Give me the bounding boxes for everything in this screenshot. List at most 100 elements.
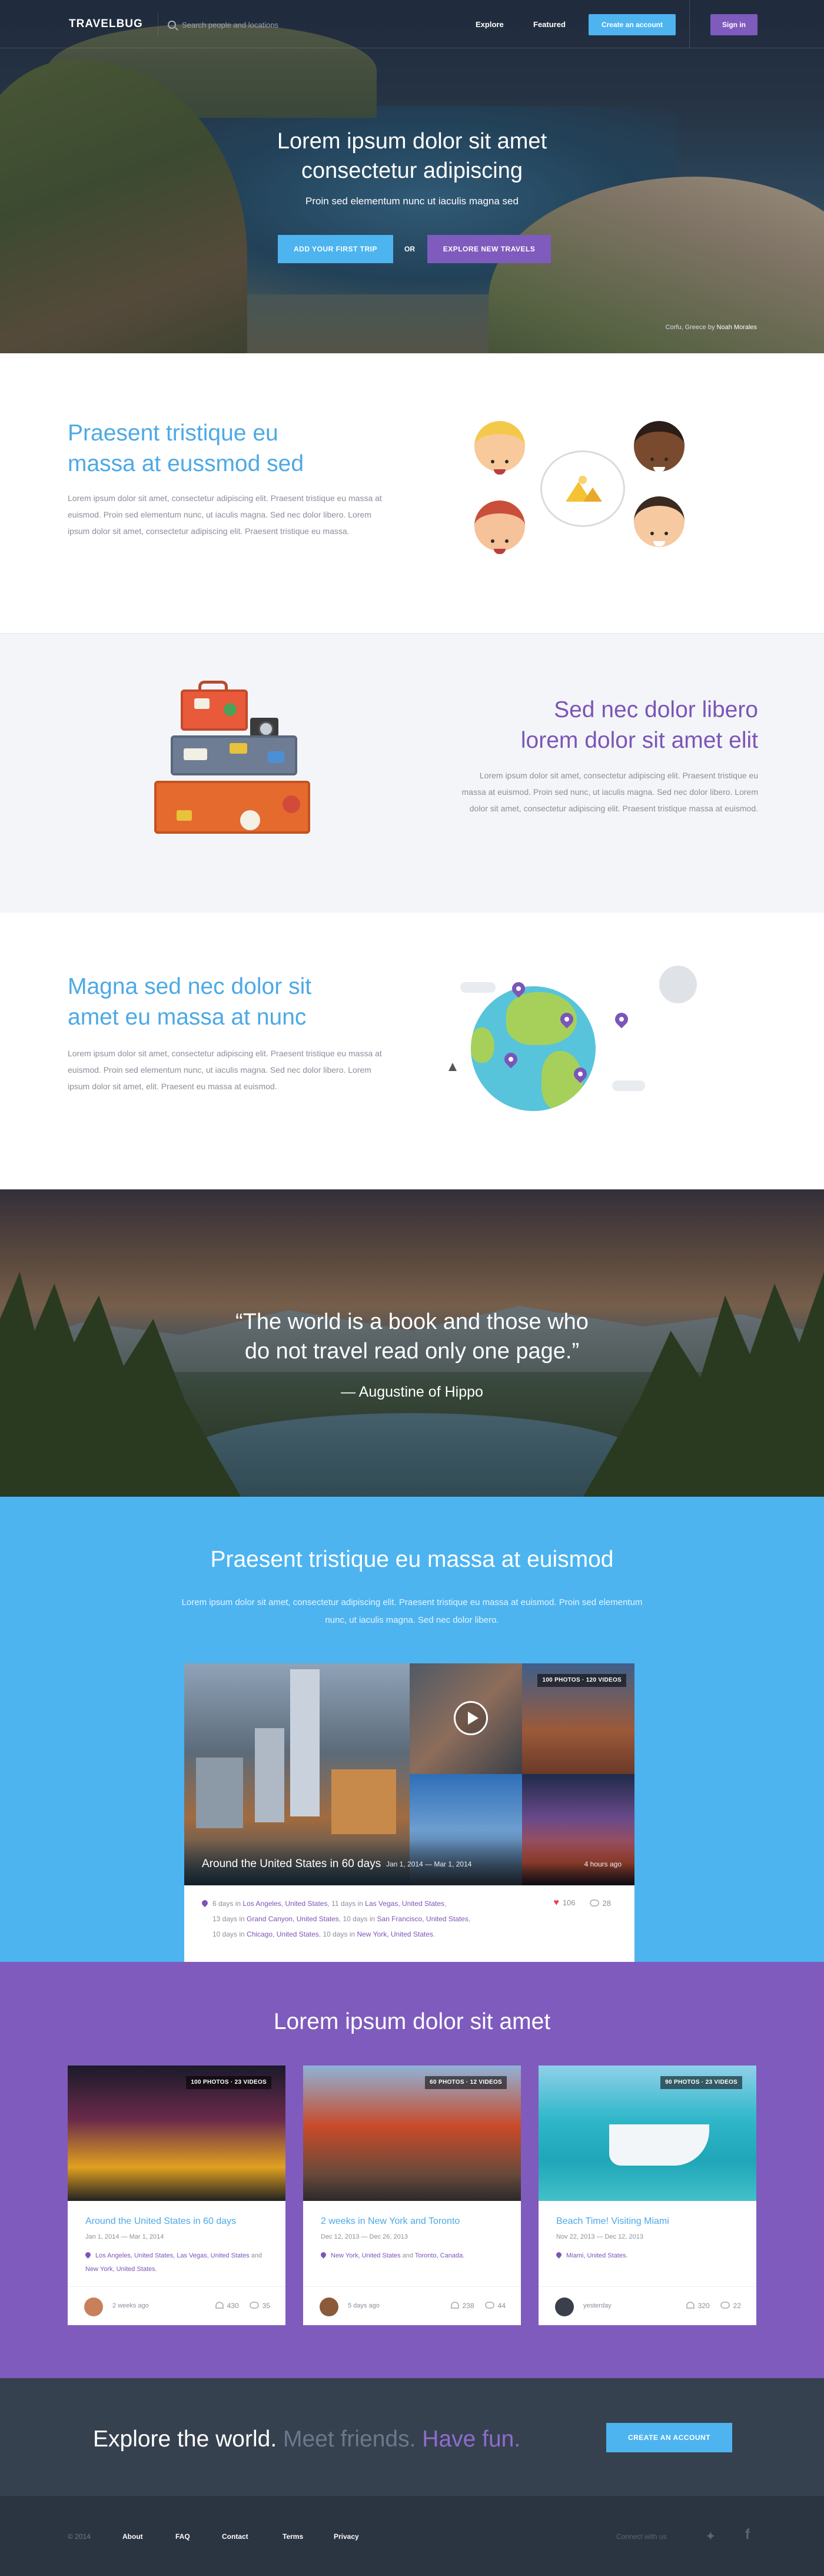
- sticker-icon: [177, 810, 192, 821]
- trip-card-locations: Los Angeles, United States, Las Vegas, U…: [84, 2251, 263, 2273]
- route-place-link[interactable]: Las Vegas, United States: [365, 1899, 444, 1908]
- plane-icon: [448, 1063, 457, 1071]
- trip-card[interactable]: 60 PHOTOS · 12 VIDEOS 2 weeks in New Yor…: [303, 2066, 521, 2325]
- location-link[interactable]: New York, United States.: [85, 2266, 157, 2273]
- comment-icon[interactable]: [589, 1899, 599, 1907]
- hero-title: Lorem ipsum dolor sit amet consectetur ad…: [0, 127, 824, 185]
- avatar[interactable]: [320, 2297, 338, 2316]
- featured-trip-intro: Lorem ipsum dolor sit amet, consectetur …: [181, 1597, 643, 1625]
- heart-outline-icon[interactable]: [215, 2302, 224, 2309]
- feature-2-title: Sed nec dolor libero lorem dolor sit amet…: [412, 695, 758, 756]
- location-link[interactable]: Miami, United States.: [566, 2252, 628, 2259]
- building-shape: [196, 1758, 243, 1828]
- trip-card[interactable]: 90 PHOTOS · 23 VIDEOS Beach Time! Visiti…: [539, 2066, 756, 2325]
- likes-stat[interactable]: 320: [686, 2302, 710, 2310]
- trip-card-footer: 5 days ago 238 44: [303, 2286, 521, 2325]
- media-count-badge: 90 PHOTOS · 23 VIDEOS: [660, 2076, 742, 2089]
- location-pin-icon: [555, 2251, 563, 2259]
- location-pin-icon: [200, 1898, 210, 1908]
- likes-stat[interactable]: ♥ 106: [553, 1898, 575, 1908]
- trip-card-image[interactable]: 90 PHOTOS · 23 VIDEOS: [539, 2066, 756, 2201]
- credit-by: by: [707, 324, 715, 331]
- twitter-icon[interactable]: ✦: [705, 2529, 720, 2544]
- comment-icon[interactable]: [720, 2302, 730, 2309]
- sticker-icon: [224, 703, 237, 716]
- comments-count: 44: [497, 2302, 506, 2310]
- comments-count: 35: [262, 2302, 270, 2310]
- avatar[interactable]: [555, 2297, 574, 2316]
- route-place-link[interactable]: Chicago, United States: [247, 1930, 319, 1938]
- footer-link-contact[interactable]: Contact: [222, 2532, 248, 2541]
- route-place-link[interactable]: Grand Canyon, United States: [247, 1915, 339, 1923]
- cloud-icon: [612, 1080, 645, 1091]
- hero-title-line2: consectetur adipiscing: [301, 158, 523, 183]
- heart-outline-icon[interactable]: [450, 2302, 459, 2309]
- avatar-illustration-dark: [634, 421, 685, 472]
- footer-link-terms[interactable]: Terms: [283, 2532, 303, 2541]
- quote-author: — Augustine of Hippo: [341, 1384, 483, 1400]
- hero: Lorem ipsum dolor sit amet consectetur ad…: [0, 0, 824, 353]
- trip-route: 6 days in Los Angeles, United States, 11…: [200, 1896, 531, 1942]
- feature-1-title-line1: Praesent tristique eu: [68, 420, 278, 446]
- nav-explore-link[interactable]: Explore: [476, 20, 504, 29]
- footer-link-faq[interactable]: FAQ: [175, 2532, 190, 2541]
- location-link[interactable]: New York, United States: [331, 2252, 401, 2259]
- explore-new-travels-button[interactable]: EXPLORE NEW TRAVELS: [427, 235, 551, 263]
- credit-author-link[interactable]: Noah Morales: [717, 324, 757, 331]
- credit-place: Corfu, Greece: [665, 324, 706, 331]
- hero-title-line1: Lorem ipsum dolor sit amet: [277, 129, 547, 154]
- comment-icon[interactable]: [249, 2302, 259, 2309]
- route-place-link[interactable]: San Francisco, United States: [377, 1915, 469, 1923]
- featured-trip-card[interactable]: 100 PHOTOS · 120 VIDEOS Around the Unite…: [184, 1663, 634, 1962]
- play-video-icon[interactable]: [454, 1701, 488, 1735]
- likes-stat[interactable]: 430: [215, 2302, 239, 2310]
- cta-create-account-button[interactable]: CREATE AN ACCOUNT: [606, 2423, 732, 2452]
- building-shape: [255, 1728, 284, 1822]
- avatar[interactable]: [84, 2297, 103, 2316]
- featured-trip-title[interactable]: Around the United States in 60 days: [202, 1858, 381, 1871]
- feature-1-title: Praesent tristique eu massa at eussmod se…: [68, 418, 397, 479]
- comment-icon[interactable]: [484, 2302, 494, 2309]
- globe-land-west: [471, 1027, 494, 1063]
- location-link[interactable]: Toronto, Canada.: [415, 2252, 464, 2259]
- search-input[interactable]: [182, 20, 323, 29]
- trip-card-title[interactable]: 2 weeks in New York and Toronto: [321, 2216, 460, 2227]
- comments-stat[interactable]: 22: [720, 2302, 741, 2310]
- route-place-link[interactable]: New York, United States: [357, 1930, 433, 1938]
- logo[interactable]: TRAVELBUG: [69, 18, 143, 31]
- trip-card-locations: New York, United States and Toronto, Can…: [320, 2249, 509, 2263]
- location-pin-icon: [84, 2251, 92, 2259]
- likes-stat[interactable]: 238: [450, 2302, 474, 2310]
- heart-outline-icon[interactable]: [686, 2302, 695, 2309]
- comments-stat[interactable]: 28: [589, 1899, 611, 1908]
- add-first-trip-button[interactable]: ADD YOUR FIRST TRIP: [278, 235, 393, 263]
- footer-link-about[interactable]: About: [122, 2532, 143, 2541]
- building-shape: [290, 1669, 320, 1816]
- sign-in-button[interactable]: Sign in: [710, 14, 757, 35]
- trip-card-image[interactable]: 100 PHOTOS · 23 VIDEOS: [68, 2066, 285, 2201]
- trip-card-footer: 2 weeks ago 430 35: [68, 2286, 285, 2325]
- trip-card-title[interactable]: Around the United States in 60 days: [85, 2216, 236, 2227]
- trip-card[interactable]: 100 PHOTOS · 23 VIDEOS Around the United…: [68, 2066, 285, 2325]
- trip-photo[interactable]: 100 PHOTOS · 120 VIDEOS: [522, 1663, 634, 1774]
- heart-icon[interactable]: ♥: [553, 1898, 559, 1908]
- trip-card-image[interactable]: 60 PHOTOS · 12 VIDEOS: [303, 2066, 521, 2201]
- facebook-icon[interactable]: f: [745, 2527, 750, 2543]
- comments-stat[interactable]: 35: [249, 2302, 270, 2310]
- create-account-button[interactable]: Create an account: [589, 14, 676, 35]
- hero-subtitle: Proin sed elementum nunc ut iaculis magn…: [305, 195, 519, 207]
- trip-card-title[interactable]: Beach Time! Visiting Miami: [556, 2216, 669, 2227]
- search-bar[interactable]: [158, 13, 334, 37]
- nav-featured-link[interactable]: Featured: [533, 20, 566, 29]
- location-link[interactable]: Los Angeles, United States, Las Vegas, U…: [95, 2252, 250, 2259]
- comments-stat[interactable]: 44: [484, 2302, 506, 2310]
- trip-photo-mosaic[interactable]: 100 PHOTOS · 120 VIDEOS: [184, 1663, 634, 1885]
- sticker-icon: [194, 698, 210, 709]
- cta-section: Explore the world. Meet friends. Have fu…: [0, 2378, 824, 2496]
- likes-count: 430: [227, 2302, 239, 2310]
- feature-3-title: Magna sed nec dolor sit amet eu massa at …: [68, 972, 397, 1033]
- quote-line2: do not travel read only one page.”: [244, 1339, 580, 1364]
- feature-2-title-line1: Sed nec dolor libero: [554, 697, 758, 722]
- footer-link-privacy[interactable]: Privacy: [334, 2532, 359, 2541]
- route-place-link[interactable]: Los Angeles, United States: [242, 1899, 327, 1908]
